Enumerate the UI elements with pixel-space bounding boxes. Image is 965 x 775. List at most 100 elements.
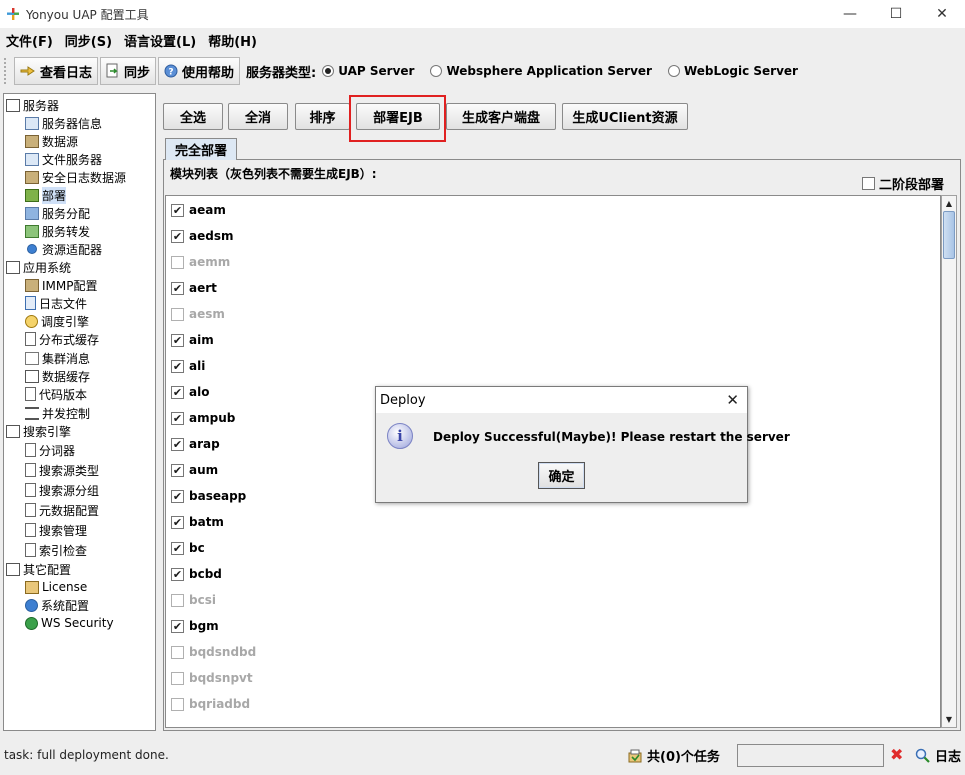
- module-checkbox[interactable]: ✔: [171, 385, 184, 399]
- tree-item-index-check[interactable]: 索引检查: [25, 541, 87, 559]
- view-log-button[interactable]: 查看日志: [14, 57, 99, 85]
- tree-item-system-config[interactable]: 系统配置: [25, 596, 89, 614]
- tree-item-service-allocation[interactable]: 服务分配: [25, 204, 90, 222]
- minimize-button[interactable]: —: [827, 0, 873, 28]
- module-list-scrollbar[interactable]: ▲ ▼: [941, 195, 957, 728]
- tree-item-metadata-config[interactable]: 元数据配置: [25, 501, 99, 519]
- module-checkbox[interactable]: ✔: [171, 203, 184, 217]
- module-row[interactable]: ✔ batm: [171, 513, 224, 531]
- generate-client-disk-button[interactable]: 生成客户端盘: [446, 103, 556, 130]
- radio-uap-server[interactable]: [322, 65, 335, 77]
- module-checkbox[interactable]: ✔: [171, 463, 184, 477]
- tree-item-file-server[interactable]: 文件服务器: [25, 150, 102, 168]
- task-count[interactable]: 共(0)个任务: [627, 746, 720, 765]
- module-row[interactable]: ✔ aeam: [171, 201, 226, 219]
- tree-item-resource-adapter[interactable]: 资源适配器: [25, 240, 102, 258]
- tree-item-distributed-cache[interactable]: 分布式缓存: [25, 330, 99, 348]
- navigation-tree: 服务器 服务器信息 数据源 文件服务器 安全日志数据源 部署 服务分配 服务转发…: [3, 93, 156, 731]
- tree-item-server-info[interactable]: 服务器信息: [25, 114, 102, 132]
- tree-group-server[interactable]: 服务器: [6, 96, 59, 114]
- module-checkbox: [171, 697, 184, 711]
- tree-item-service-forward[interactable]: 服务转发: [25, 222, 90, 240]
- module-row[interactable]: ✔ aim: [171, 331, 214, 349]
- tree-item-ws-security[interactable]: WS Security: [25, 614, 114, 632]
- scrollbar-thumb[interactable]: [943, 211, 955, 259]
- server-type-label: 服务器类型:: [246, 65, 317, 81]
- module-checkbox[interactable]: ✔: [171, 359, 184, 373]
- module-row[interactable]: ✔ ampub: [171, 409, 235, 427]
- generate-uclient-button[interactable]: 生成UClient资源: [562, 103, 688, 130]
- tree-item-immp-config[interactable]: IMMP配置: [25, 276, 97, 294]
- module-checkbox[interactable]: ✔: [171, 567, 184, 581]
- deselect-all-button[interactable]: 全消: [228, 103, 288, 130]
- tree-item-security-log-datasource[interactable]: 安全日志数据源: [25, 168, 126, 186]
- module-checkbox[interactable]: ✔: [171, 619, 184, 633]
- tree-item-search-management[interactable]: 搜索管理: [25, 521, 87, 539]
- module-checkbox[interactable]: ✔: [171, 541, 184, 555]
- maximize-button[interactable]: ☐: [873, 0, 919, 28]
- tree-item-code-version[interactable]: 代码版本: [25, 385, 87, 403]
- tree-item-scheduler[interactable]: 调度引擎: [25, 312, 89, 330]
- module-row[interactable]: ✔ alo: [171, 383, 209, 401]
- module-row[interactable]: ✔ baseapp: [171, 487, 246, 505]
- module-row[interactable]: ✔ aedsm: [171, 227, 233, 245]
- module-row[interactable]: ✔ aert: [171, 279, 217, 297]
- menu-help[interactable]: 帮助(H): [202, 31, 263, 50]
- tree-item-log-file[interactable]: 日志文件: [25, 294, 87, 312]
- tree-item-datasource[interactable]: 数据源: [25, 132, 78, 150]
- module-row[interactable]: ✔ ali: [171, 357, 205, 375]
- menu-language[interactable]: 语言设置(L): [118, 31, 202, 50]
- module-checkbox[interactable]: ✔: [171, 411, 184, 425]
- server-type-uap[interactable]: UAP Server: [322, 64, 424, 78]
- module-checkbox[interactable]: ✔: [171, 515, 184, 529]
- server-type-weblogic[interactable]: WebLogic Server: [667, 64, 808, 78]
- dialog-title: Deploy: [380, 392, 426, 408]
- radio-weblogic[interactable]: [667, 65, 680, 77]
- module-checkbox[interactable]: ✔: [171, 437, 184, 451]
- tree-item-search-source-type[interactable]: 搜索源类型: [25, 461, 99, 479]
- server-type-websphere[interactable]: Websphere Application Server: [430, 64, 661, 78]
- tree-group-search-engine[interactable]: 搜索引擎: [6, 422, 71, 440]
- radio-websphere[interactable]: [430, 65, 443, 77]
- module-row[interactable]: ✔ bc: [171, 539, 205, 557]
- module-checkbox[interactable]: ✔: [171, 281, 184, 295]
- close-window-button[interactable]: ✕: [919, 0, 965, 28]
- tree-group-other-config[interactable]: 其它配置: [6, 560, 71, 578]
- two-phase-deploy-toggle[interactable]: 二阶段部署: [862, 174, 944, 193]
- module-row[interactable]: ✔ arap: [171, 435, 220, 453]
- scroll-up-arrow-icon[interactable]: ▲: [942, 196, 956, 211]
- module-row: bqriadbd: [171, 695, 250, 713]
- sort-button[interactable]: 排序: [295, 103, 350, 130]
- sync-button[interactable]: 同步: [100, 57, 157, 85]
- help-button[interactable]: ? 使用帮助: [158, 57, 241, 85]
- menu-file[interactable]: 文件(F): [0, 31, 59, 50]
- dialog-close-icon[interactable]: ✕: [726, 391, 739, 409]
- module-checkbox[interactable]: ✔: [171, 489, 184, 503]
- monitor-icon: [25, 116, 39, 130]
- tab-full-deploy[interactable]: 完全部署: [165, 138, 237, 160]
- status-search-field[interactable]: [737, 744, 884, 767]
- select-all-button[interactable]: 全选: [163, 103, 223, 130]
- tree-item-deploy[interactable]: 部署: [25, 186, 67, 204]
- tree-item-cluster-message[interactable]: 集群消息: [25, 349, 90, 367]
- module-row[interactable]: ✔ bgm: [171, 617, 219, 635]
- module-checkbox[interactable]: ✔: [171, 333, 184, 347]
- toolbar-grip[interactable]: [4, 58, 10, 84]
- two-phase-deploy-checkbox[interactable]: [862, 177, 875, 190]
- clear-icon[interactable]: ✖: [890, 745, 903, 764]
- tree-item-data-cache[interactable]: 数据缓存: [25, 367, 90, 385]
- module-checkbox[interactable]: ✔: [171, 229, 184, 243]
- module-row[interactable]: ✔ aum: [171, 461, 218, 479]
- deploy-ejb-highlight: [349, 95, 446, 142]
- tree-item-license[interactable]: License: [25, 578, 87, 596]
- two-phase-deploy-label: 二阶段部署: [879, 178, 945, 193]
- status-log-button[interactable]: 日志: [915, 746, 961, 765]
- tree-group-application[interactable]: 应用系统: [6, 258, 71, 276]
- menu-sync[interactable]: 同步(S): [59, 31, 118, 50]
- tree-item-concurrency-control[interactable]: 并发控制: [25, 404, 90, 422]
- tree-item-search-source-group[interactable]: 搜索源分组: [25, 481, 99, 499]
- tree-item-tokenizer[interactable]: 分词器: [25, 441, 75, 459]
- scroll-down-arrow-icon[interactable]: ▼: [942, 712, 956, 727]
- dialog-ok-button[interactable]: 确定: [538, 462, 585, 489]
- module-row[interactable]: ✔ bcbd: [171, 565, 222, 583]
